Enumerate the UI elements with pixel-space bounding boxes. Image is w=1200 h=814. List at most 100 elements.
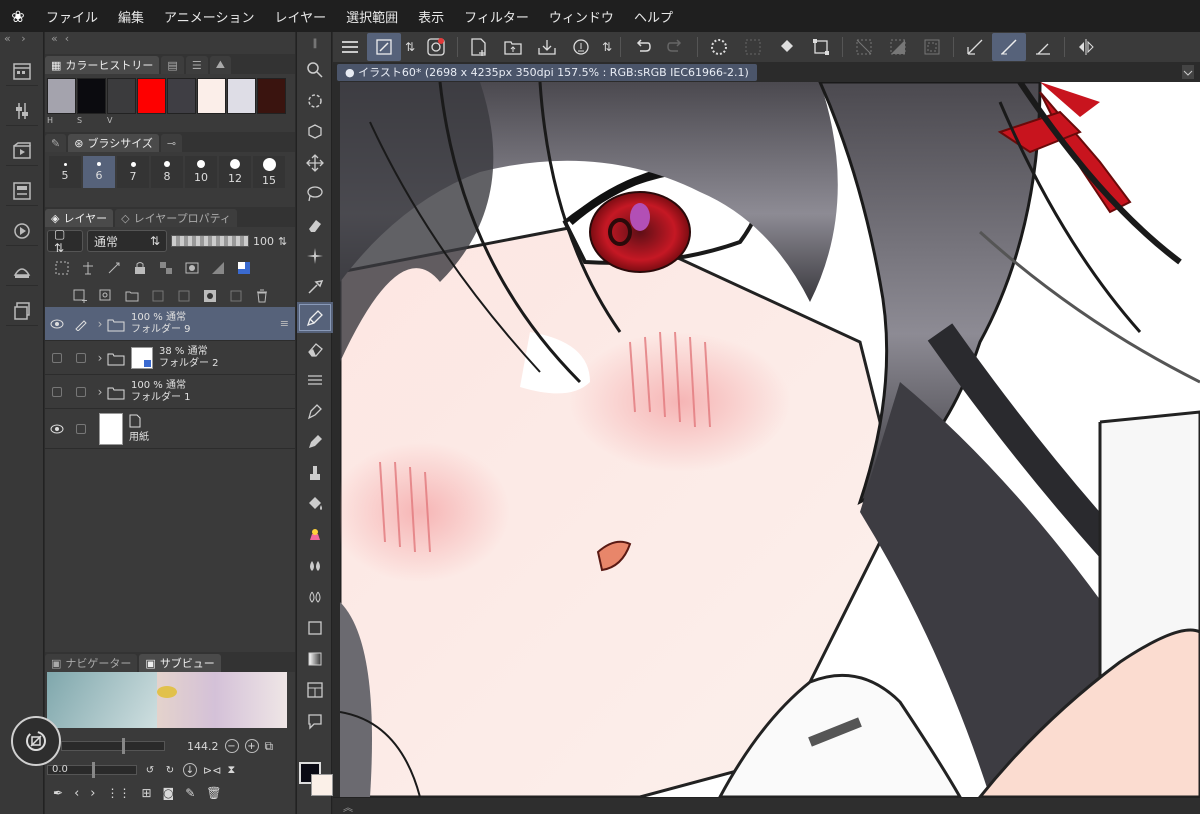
tab-layer[interactable]: ◈ レイヤー xyxy=(45,209,114,227)
prev-image-icon[interactable]: ‹ xyxy=(74,786,79,801)
menu-animation[interactable]: アニメーション xyxy=(154,7,264,26)
material-icon[interactable] xyxy=(6,256,38,286)
invert-selection-icon[interactable] xyxy=(881,33,915,61)
grid-view-icon[interactable]: ⋮⋮ xyxy=(106,786,130,801)
brush-size-option[interactable]: 12 xyxy=(219,156,251,188)
layer-row[interactable]: › 38 % 通常 フォルダー 2 xyxy=(45,341,295,375)
tab-subview[interactable]: ▣ サブビュー xyxy=(139,654,221,672)
color-swatch[interactable] xyxy=(257,78,286,114)
quick-switch-icon[interactable]: ⇅ xyxy=(401,33,419,61)
layer-color-icon[interactable] xyxy=(235,259,253,277)
tab-navigator[interactable]: ▣ ナビゲーター xyxy=(45,654,138,672)
tab-color-history[interactable]: ▦ カラーヒストリー xyxy=(45,56,160,74)
strip-collapse-icon[interactable]: « › xyxy=(0,32,43,46)
next-image-icon[interactable]: › xyxy=(90,786,95,801)
tab-dropdown-icon[interactable] xyxy=(1182,65,1194,79)
color-swatch[interactable] xyxy=(227,78,256,114)
clip-icon[interactable] xyxy=(53,259,71,277)
drops-tool-icon[interactable] xyxy=(297,550,333,581)
fill-bucket-icon[interactable] xyxy=(770,33,804,61)
export-switch-icon[interactable]: ⇅ xyxy=(598,33,616,61)
mask-icon[interactable] xyxy=(183,259,201,277)
animation-icon[interactable] xyxy=(6,136,38,166)
companion-icon[interactable] xyxy=(419,33,453,61)
fill-tool-icon[interactable] xyxy=(297,488,333,519)
brush-size-option[interactable]: 10 xyxy=(185,156,217,188)
pen-edit-icon[interactable] xyxy=(69,307,93,341)
menu-edit[interactable]: 編集 xyxy=(108,7,154,26)
apply-mask-icon[interactable] xyxy=(227,287,245,305)
rotation-slider[interactable]: 0.0 xyxy=(47,762,137,778)
menu-window[interactable]: ウィンドウ xyxy=(539,7,624,26)
lock-icon[interactable] xyxy=(131,259,149,277)
redo-icon[interactable] xyxy=(659,33,693,61)
chevron-right-icon[interactable]: › xyxy=(93,385,107,399)
import-image-icon[interactable]: ⊞ xyxy=(141,786,151,801)
trash-icon[interactable] xyxy=(253,287,271,305)
mask-range-icon[interactable] xyxy=(209,259,227,277)
selection-eraser-icon[interactable] xyxy=(297,209,333,240)
edit-checkbox[interactable] xyxy=(69,412,93,446)
quick-pen-icon[interactable] xyxy=(367,33,401,61)
flip-vertical-icon[interactable]: ⧗ xyxy=(227,763,235,777)
menu-help[interactable]: ヘルプ xyxy=(624,7,683,26)
chevron-right-icon[interactable]: › xyxy=(93,351,107,365)
edit-checkbox[interactable] xyxy=(69,341,93,375)
brush-size-option[interactable]: 8 xyxy=(151,156,183,188)
pen-tool-icon[interactable] xyxy=(297,302,333,333)
chevron-right-icon[interactable]: › xyxy=(93,317,107,331)
calendar-icon[interactable] xyxy=(6,56,38,86)
clear-icon[interactable] xyxy=(736,33,770,61)
open-folder-icon[interactable] xyxy=(496,33,530,61)
merge-down-icon[interactable] xyxy=(175,287,193,305)
tab-color-slider[interactable]: ☰ xyxy=(185,56,208,74)
lasso-tool-icon[interactable] xyxy=(297,178,333,209)
layer-row[interactable]: › 100 % 通常 フォルダー 9 ≡ xyxy=(45,307,295,341)
rotate-right-icon[interactable]: ↻ xyxy=(163,763,177,777)
eye-icon[interactable] xyxy=(45,307,69,341)
frame-tool-icon[interactable] xyxy=(297,674,333,705)
zoom-out-icon[interactable]: − xyxy=(224,739,239,753)
export-icon[interactable] xyxy=(564,33,598,61)
loading-icon[interactable] xyxy=(702,33,736,61)
blend-tool-icon[interactable] xyxy=(297,457,333,488)
sub-color-swatch[interactable] xyxy=(311,774,333,796)
gradient-fill-icon[interactable] xyxy=(297,519,333,550)
new-vector-layer-icon[interactable] xyxy=(97,287,115,305)
edit-checkbox[interactable] xyxy=(69,375,93,409)
brush-size-option[interactable]: 15 xyxy=(253,156,285,188)
flip-horizontal-icon[interactable]: ⊳⊲ xyxy=(203,764,221,777)
draft-icon[interactable] xyxy=(105,259,123,277)
layer-row[interactable]: › 100 % 通常 フォルダー 1 xyxy=(45,375,295,409)
sliders-icon[interactable] xyxy=(6,96,38,126)
deselect-icon[interactable] xyxy=(847,33,881,61)
layer-row[interactable]: 用紙 xyxy=(45,409,295,449)
eyedropper-tool-icon[interactable] xyxy=(297,271,333,302)
rotate-tool-icon[interactable] xyxy=(297,85,333,116)
expand-selection-icon[interactable] xyxy=(915,33,949,61)
balloon-tool-icon[interactable] xyxy=(297,705,333,736)
color-swatch[interactable] xyxy=(77,78,106,114)
color-swatch[interactable] xyxy=(107,78,136,114)
app-logo-icon[interactable]: ❀ xyxy=(0,0,36,32)
menu-icon[interactable] xyxy=(333,33,367,61)
layout-icon[interactable] xyxy=(6,176,38,206)
eraser-tool-icon[interactable] xyxy=(297,333,333,364)
expand-up-icon[interactable]: ︽ xyxy=(343,799,353,814)
snap-ruler-icon[interactable] xyxy=(1026,33,1060,61)
decoration-tool-icon[interactable] xyxy=(297,364,333,395)
tab-brush-shape[interactable]: ✎ xyxy=(45,134,67,152)
menu-view[interactable]: 表示 xyxy=(408,7,454,26)
quick-access-icon[interactable] xyxy=(11,716,61,766)
new-raster-layer-icon[interactable] xyxy=(71,287,89,305)
fit-screen-icon[interactable]: ⧉ xyxy=(265,739,274,754)
drawing-canvas[interactable] xyxy=(340,82,1200,797)
reference-icon[interactable] xyxy=(79,259,97,277)
drops-outline-icon[interactable] xyxy=(297,581,333,612)
eyedropper-icon[interactable]: ✒ xyxy=(53,786,63,801)
figure-tool-icon[interactable] xyxy=(297,612,333,643)
navigator-icon[interactable] xyxy=(6,216,38,246)
zoom-slider[interactable] xyxy=(61,738,165,754)
color-swatch[interactable] xyxy=(167,78,196,114)
menu-layer[interactable]: レイヤー xyxy=(265,7,337,26)
